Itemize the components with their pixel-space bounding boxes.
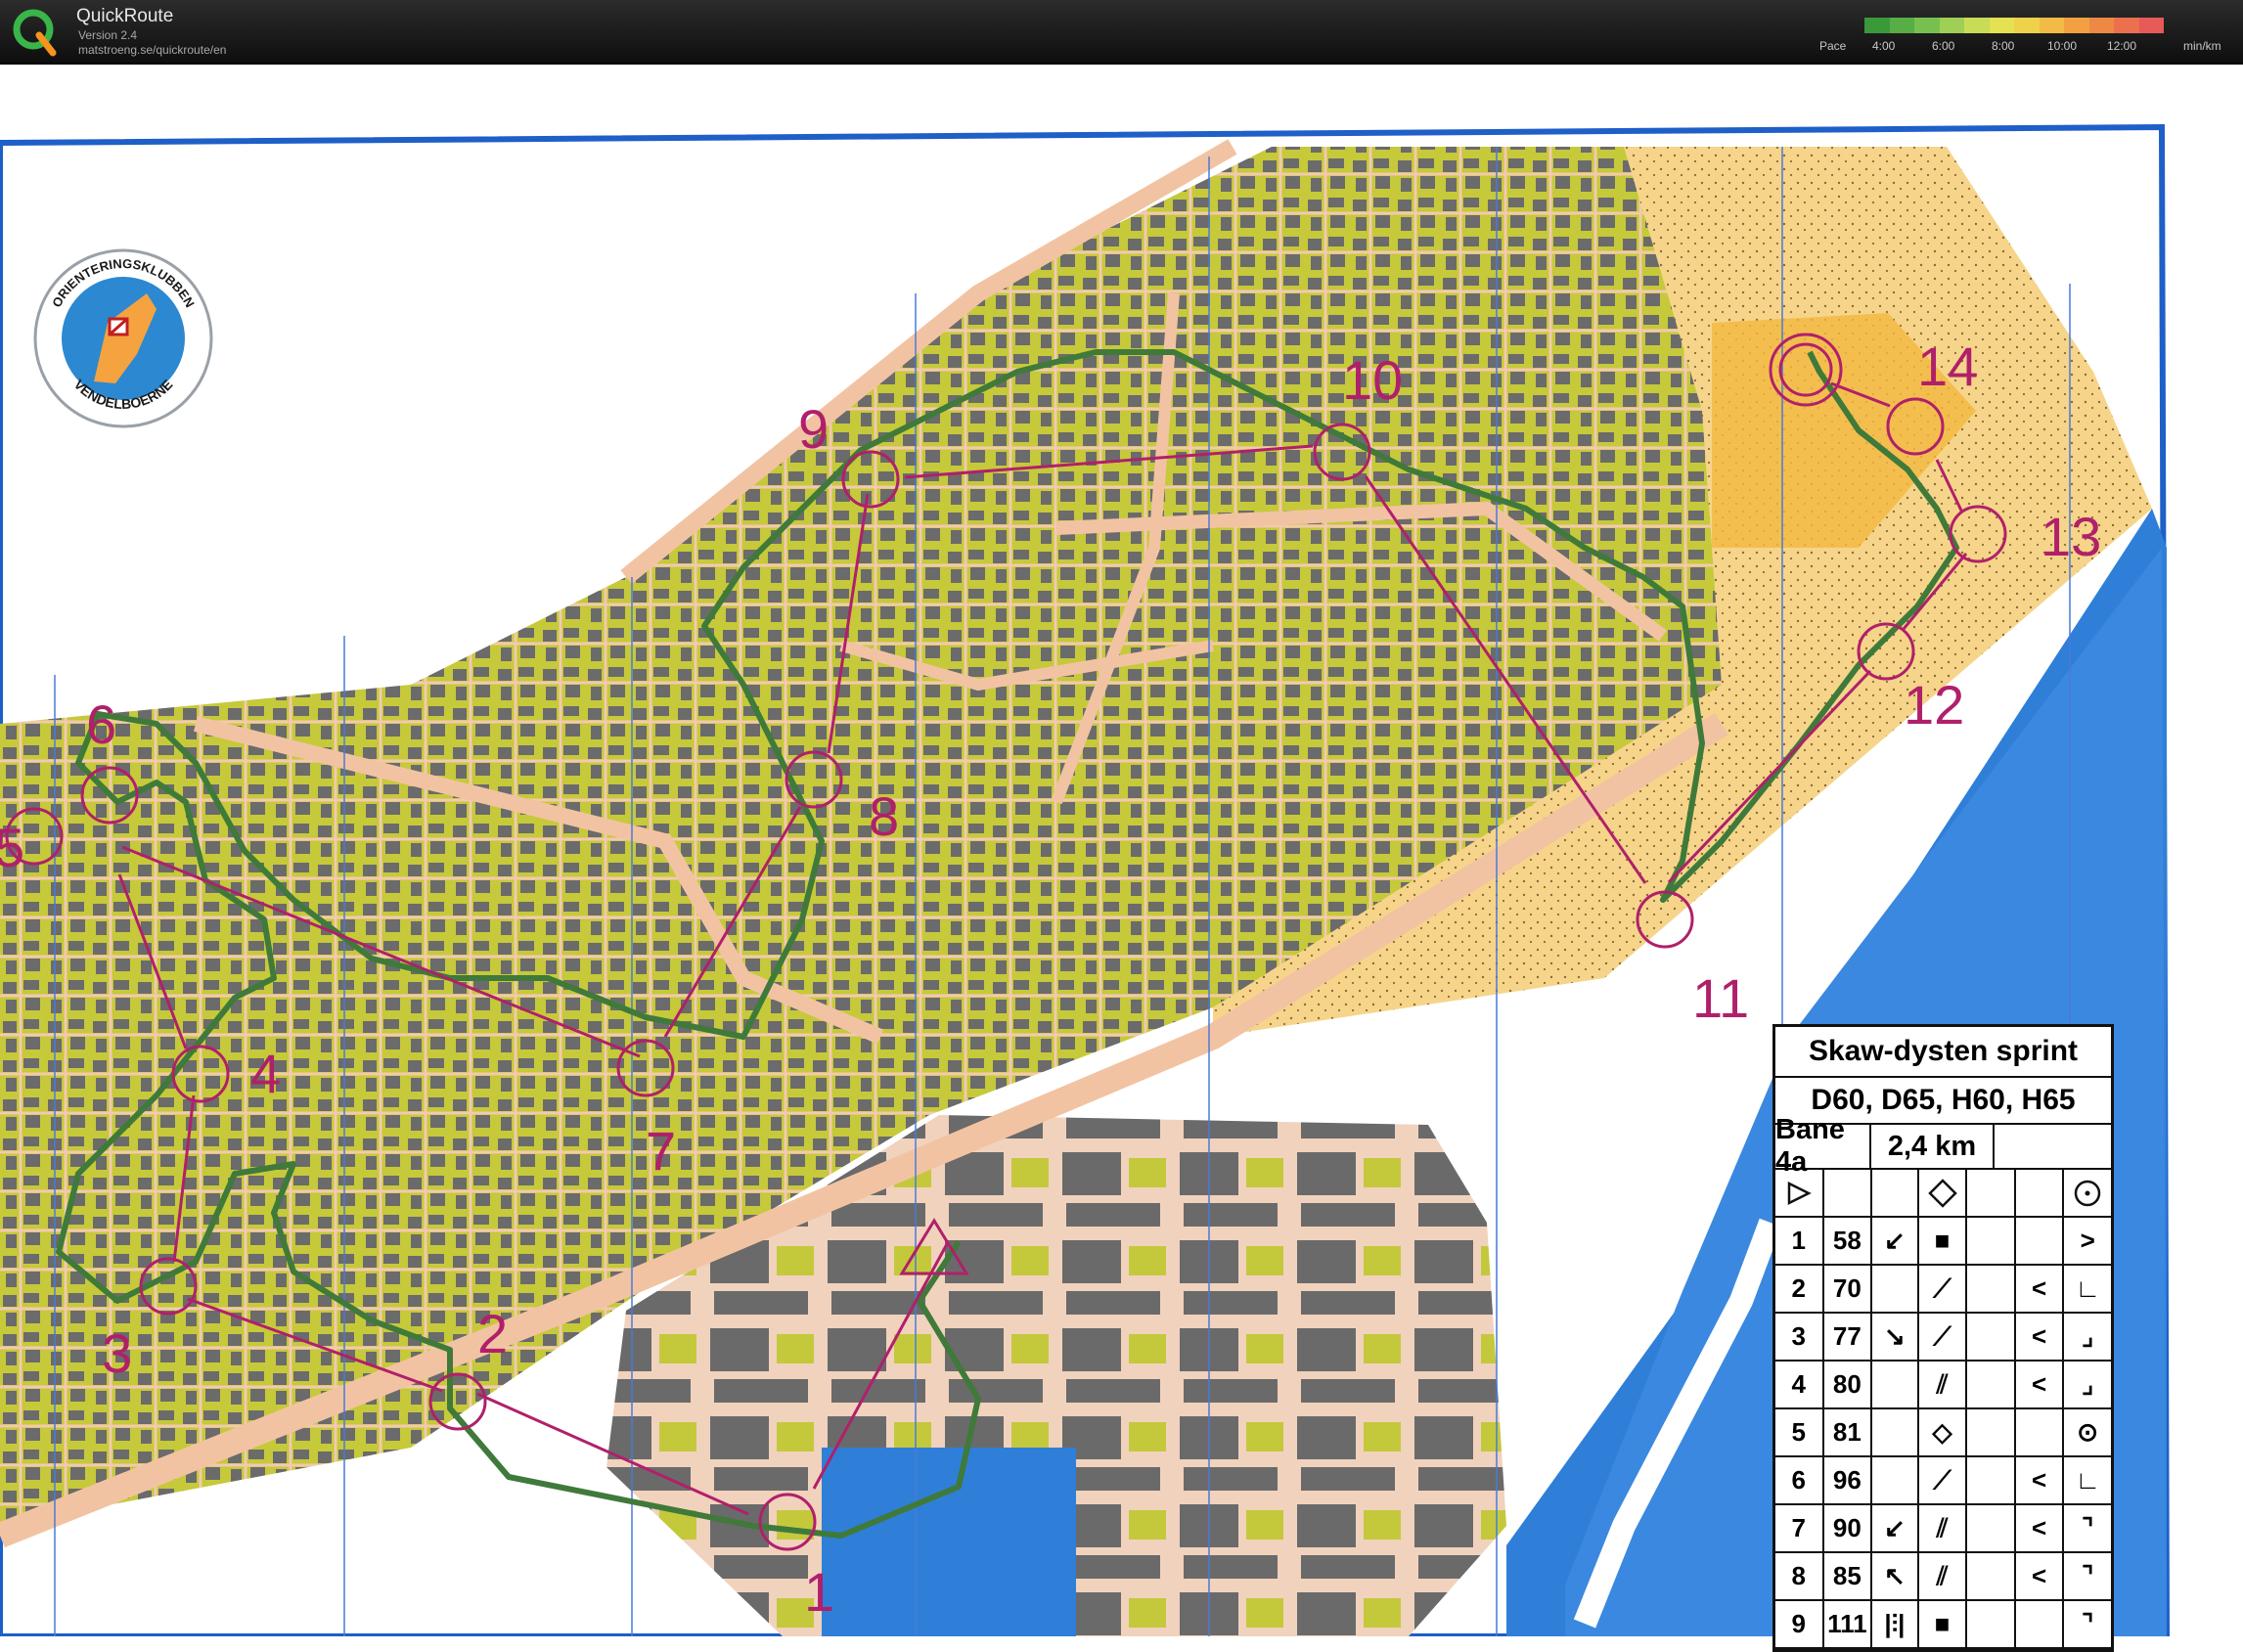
control-index: 7 <box>1775 1505 1824 1551</box>
pace-tick: 6:00 <box>1932 39 1955 53</box>
control-number: 6 <box>86 693 116 755</box>
control-row: 5 81 ◇ ⊙ <box>1775 1409 2111 1457</box>
control-index: 6 <box>1775 1457 1824 1503</box>
start-triangle-icon <box>1775 1170 1824 1216</box>
wall-icon: ⫽ <box>1919 1553 1968 1599</box>
control-code: 90 <box>1824 1505 1873 1551</box>
diamond-icon: ◇ <box>1919 1409 1968 1455</box>
quickroute-logo-icon <box>13 9 57 57</box>
hedge-icon: ⟋ <box>1919 1457 1968 1503</box>
corner-icon: ⌝ <box>2082 1561 2094 1590</box>
direction-se-icon: ↘ <box>1872 1314 1919 1360</box>
control-number: 4 <box>250 1043 281 1104</box>
wall-icon: ⫽ <box>1919 1362 1968 1407</box>
fence-icon: ⟋ <box>1919 1266 1968 1312</box>
control-index: 2 <box>1775 1266 1824 1312</box>
club-badge: ORIENTERINGSKLUBBEN VENDELBOERNE <box>33 248 213 428</box>
direction-nw-icon: ↖ <box>1872 1553 1919 1599</box>
pace-color-scale <box>1864 18 2164 33</box>
control-code: 70 <box>1824 1266 1873 1312</box>
pace-tick: 12:00 <box>2107 39 2137 53</box>
control-index: 3 <box>1775 1314 1824 1360</box>
control-code: 80 <box>1824 1362 1873 1407</box>
angle-icon: < <box>2016 1266 2065 1312</box>
app-url-link[interactable]: matstroeng.se/quickroute/en <box>78 43 226 57</box>
direction-sw-icon: ↙ <box>1872 1505 1919 1551</box>
course-length: 2,4 km <box>1871 1125 1995 1168</box>
control-row: 3 77 ↘ ⟋ < ⌟ <box>1775 1314 2111 1362</box>
control-number: 13 <box>2041 506 2101 567</box>
control-index: 4 <box>1775 1362 1824 1407</box>
fence-icon: ⟋ <box>1919 1314 1968 1360</box>
control-code: 77 <box>1824 1314 1873 1360</box>
control-number: 14 <box>1917 335 1978 397</box>
legend-title: Skaw-dysten sprint <box>1775 1027 2111 1078</box>
control-row: 7 90 ↙ ⫽ < ⌝ <box>1775 1505 2111 1553</box>
control-index: 8 <box>1775 1553 1824 1599</box>
control-row: 8 85 ↖ ⫽ < ⌝ <box>1775 1553 2111 1601</box>
control-code: 81 <box>1824 1409 1873 1455</box>
square-icon: ■ <box>1919 1218 1968 1264</box>
control-number: 11 <box>1692 967 1749 1029</box>
control-code: 111 <box>1824 1601 1873 1647</box>
angle-icon: < <box>2016 1314 2065 1360</box>
control-code: 96 <box>1824 1457 1873 1503</box>
foot-corner-icon: ∟ <box>2075 1273 2100 1303</box>
circle-dot-icon <box>2064 1170 2111 1216</box>
wall-icon: ⫽ <box>1919 1505 1968 1551</box>
control-row: 4 80 ⫽ < ⌟ <box>1775 1362 2111 1409</box>
control-row: 1 58 ↙ ■ > <box>1775 1218 2111 1266</box>
pace-label: Pace <box>1819 39 1847 53</box>
direction-sw-icon: ↙ <box>1872 1218 1919 1264</box>
legend-course-header: Bane 4a 2,4 km <box>1775 1114 2111 1178</box>
corner-icon: ⌝ <box>2082 1609 2094 1638</box>
control-number: 8 <box>869 785 899 847</box>
square-icon: ■ <box>1919 1601 1968 1647</box>
angle-icon: < <box>2016 1457 2065 1503</box>
course-name: Bane 4a <box>1775 1114 1871 1178</box>
control-number: 2 <box>477 1303 508 1364</box>
control-number: 12 <box>1904 674 1964 736</box>
pace-tick: 8:00 <box>1992 39 2015 53</box>
control-number: 3 <box>102 1322 132 1384</box>
control-number: 1 <box>804 1561 834 1623</box>
control-number: 10 <box>1342 349 1403 411</box>
control-index: 1 <box>1775 1218 1824 1264</box>
angle-icon: < <box>2016 1553 2065 1599</box>
control-description-sheet: Skaw-dysten sprint D60, D65, H60, H65 Ba… <box>1772 1024 2114 1652</box>
control-row: 9 111 |⫶| ■ ⌝ <box>1775 1601 2111 1649</box>
control-number: 9 <box>798 398 829 460</box>
control-number: 5 <box>0 817 24 878</box>
control-row: 6 96 ⟋ < ∟ <box>1775 1457 2111 1505</box>
diamond-icon <box>1919 1170 1968 1216</box>
control-code: 58 <box>1824 1218 1873 1264</box>
control-code: 85 <box>1824 1553 1873 1599</box>
pace-unit: min/km <box>2183 39 2221 53</box>
angle-icon: < <box>2016 1362 2065 1407</box>
control-number: 7 <box>646 1120 676 1182</box>
circle-dot-icon: ⊙ <box>2077 1417 2099 1447</box>
pace-tick: 10:00 <box>2047 39 2078 53</box>
app-title: QuickRoute <box>76 6 174 26</box>
between-icon: |⫶| <box>1872 1601 1919 1647</box>
corner-icon: ⌟ <box>2082 1321 2094 1351</box>
control-row: 2 70 ⟋ < ∟ <box>1775 1266 2111 1314</box>
corner-icon: > <box>2080 1226 2095 1255</box>
foot-corner-icon: ∟ <box>2075 1465 2100 1495</box>
control-index: 9 <box>1775 1601 1824 1647</box>
control-index: 5 <box>1775 1409 1824 1455</box>
title-bar: QuickRoute Version 2.4 matstroeng.se/qui… <box>0 0 2243 65</box>
corner-icon: ⌝ <box>2082 1513 2094 1542</box>
corner-icon: ⌟ <box>2082 1369 2094 1399</box>
angle-icon: < <box>2016 1505 2065 1551</box>
pace-tick: 4:00 <box>1872 39 1896 53</box>
start-row <box>1775 1170 2111 1218</box>
app-version: Version 2.4 <box>78 28 138 42</box>
